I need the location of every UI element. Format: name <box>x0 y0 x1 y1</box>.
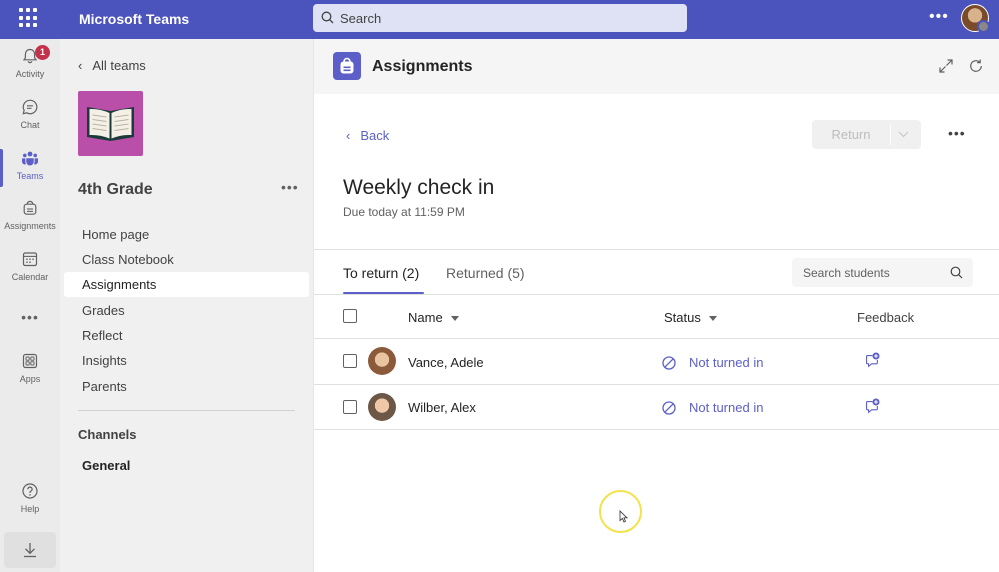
search-students-input[interactable]: Search students <box>803 266 890 280</box>
search-icon <box>950 266 963 279</box>
download-icon <box>24 543 36 558</box>
nav-item-class-notebook[interactable]: Class Notebook <box>64 247 309 272</box>
calendar-icon <box>22 252 38 267</box>
team-name: 4th Grade <box>78 181 153 198</box>
expand-icon[interactable] <box>938 58 954 74</box>
student-name[interactable]: Wilber, Alex <box>408 400 476 415</box>
search-box[interactable]: Search <box>313 4 687 32</box>
student-name[interactable]: Vance, Adele <box>408 355 484 370</box>
assignments-app-icon <box>333 52 361 80</box>
status-link[interactable]: Not turned in <box>689 400 763 415</box>
nav-item-grades[interactable]: Grades <box>64 298 309 323</box>
top-bar: Microsoft Teams Search ••• <box>0 0 999 39</box>
return-button[interactable]: Return <box>812 120 921 149</box>
status-link[interactable]: Not turned in <box>689 355 763 370</box>
refresh-icon[interactable] <box>968 58 984 74</box>
profile-avatar[interactable] <box>961 4 990 33</box>
rail-item-chat[interactable]: Chat <box>0 92 60 140</box>
tab-returned[interactable]: Returned (5) <box>446 265 525 281</box>
team-more-options-icon[interactable]: ••• <box>281 179 299 195</box>
rail-item-help[interactable]: Help <box>0 476 60 524</box>
column-header-status[interactable]: Status <box>664 310 717 325</box>
column-header-name[interactable]: Name <box>408 310 459 325</box>
rail-item-assignments[interactable]: Assignments <box>0 193 60 241</box>
tab-to-return[interactable]: To return (2) <box>343 265 419 281</box>
activity-badge: 1 <box>35 45 50 60</box>
sort-caret-icon <box>708 316 717 322</box>
search-input[interactable]: Search <box>340 11 381 26</box>
assignment-more-options-icon[interactable]: ••• <box>948 125 966 141</box>
select-all-checkbox[interactable] <box>343 309 357 323</box>
rail-label: Teams <box>16 171 44 181</box>
nav-item-parents[interactable]: Parents <box>64 374 309 399</box>
column-header-label: Status <box>664 310 701 325</box>
nav-item-reflect[interactable]: Reflect <box>64 323 309 348</box>
main-content: Assignments ‹ Back Return ••• Weekly chec… <box>313 39 999 572</box>
chevron-left-icon: ‹ <box>78 58 83 73</box>
download-button[interactable] <box>4 532 56 568</box>
rail-item-apps[interactable]: Apps <box>0 346 60 394</box>
rail-label: Chat <box>20 120 40 130</box>
rail-label: Assignments <box>4 221 56 231</box>
avatar <box>368 347 396 375</box>
chevron-left-icon: ‹ <box>346 128 351 143</box>
back-link[interactable]: ‹ Back <box>346 128 389 143</box>
rail-label: Calendar <box>11 272 49 282</box>
divider <box>314 384 999 385</box>
back-label: Back <box>360 128 390 143</box>
row-checkbox[interactable] <box>343 400 357 414</box>
main-header: Assignments <box>314 39 999 94</box>
not-turned-in-icon <box>662 356 676 370</box>
teams-icon <box>22 151 38 166</box>
app-title: Microsoft Teams <box>79 11 190 27</box>
app-launcher-icon[interactable] <box>19 8 39 28</box>
team-pane: ‹ All teams 4th Grade ••• Home page Class… <box>60 39 313 572</box>
more-options-icon[interactable]: ••• <box>929 8 949 26</box>
divider <box>314 249 999 250</box>
mouse-cursor-icon <box>619 510 628 523</box>
app-rail: 1 Activity Chat Teams Assignments Calend… <box>0 39 60 572</box>
page-title: Assignments <box>372 58 473 75</box>
search-icon <box>321 11 334 24</box>
team-logo <box>78 91 143 156</box>
divider <box>314 294 999 295</box>
all-teams-link[interactable]: ‹ All teams <box>78 58 146 73</box>
nav-item-home-page[interactable]: Home page <box>64 222 309 247</box>
apps-icon <box>22 353 38 369</box>
assignment-due-date: Due today at 11:59 PM <box>343 205 465 219</box>
nav-item-assignments[interactable]: Assignments <box>64 272 309 297</box>
split-divider <box>890 124 891 145</box>
add-feedback-icon[interactable] <box>864 352 880 368</box>
not-turned-in-icon <box>662 401 676 415</box>
nav-item-insights[interactable]: Insights <box>64 348 309 373</box>
more-apps-icon[interactable]: ••• <box>0 309 60 325</box>
rail-item-calendar[interactable]: Calendar <box>0 244 60 292</box>
row-checkbox[interactable] <box>343 354 357 368</box>
divider <box>314 338 999 339</box>
rail-item-teams[interactable]: Teams <box>0 143 60 191</box>
rail-label: Help <box>20 504 40 514</box>
rail-item-activity[interactable]: 1 Activity <box>0 41 60 89</box>
chat-icon <box>22 99 38 115</box>
all-teams-label: All teams <box>92 58 146 73</box>
return-label: Return <box>831 127 871 142</box>
sort-caret-icon <box>450 316 459 322</box>
chevron-down-icon[interactable] <box>898 131 909 138</box>
channels-heading: Channels <box>78 427 137 442</box>
divider <box>78 410 295 411</box>
channel-general[interactable]: General <box>82 458 130 473</box>
column-header-feedback: Feedback <box>857 310 915 325</box>
avatar <box>368 393 396 421</box>
search-students-box[interactable]: Search students <box>792 258 973 287</box>
divider <box>314 429 999 430</box>
assignments-icon <box>23 200 37 215</box>
help-icon <box>22 483 38 499</box>
add-feedback-icon[interactable] <box>864 398 880 414</box>
rail-label: Apps <box>19 374 41 384</box>
rail-label: Activity <box>15 69 45 79</box>
assignment-title: Weekly check in <box>343 176 495 199</box>
column-header-label: Name <box>408 310 443 325</box>
book-icon <box>87 107 134 141</box>
